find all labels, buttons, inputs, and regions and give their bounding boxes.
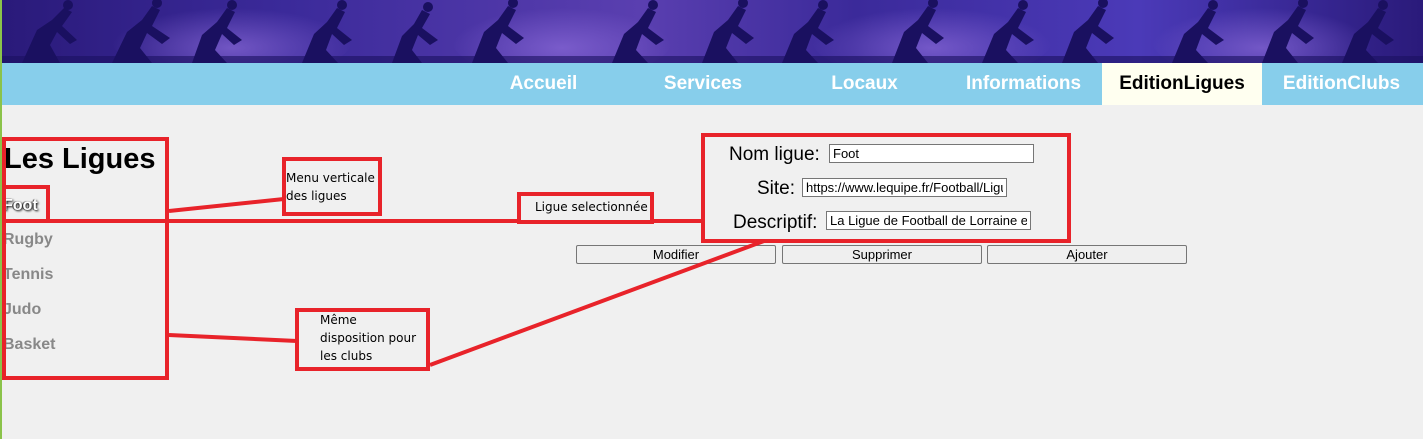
nav-item-accueil[interactable]: Accueil bbox=[491, 63, 596, 105]
nav-item-locaux[interactable]: Locaux bbox=[812, 63, 917, 105]
annotation-selected-item-box bbox=[2, 185, 50, 223]
annotation-menu-box bbox=[2, 137, 169, 380]
nav-item-informations[interactable]: Informations bbox=[952, 63, 1095, 105]
annotation-form-box bbox=[701, 133, 1071, 243]
annotation-selected-note: Ligue selectionnée bbox=[535, 200, 648, 214]
nav-item-editionligues[interactable]: EditionLigues bbox=[1102, 63, 1262, 105]
header-banner bbox=[2, 0, 1423, 63]
annotation-menu-note: Menu verticale des ligues bbox=[286, 171, 375, 203]
nav-item-editionclubs[interactable]: EditionClubs bbox=[1268, 63, 1415, 105]
annotation-clubs-note: Même disposition pour les clubs bbox=[320, 313, 417, 363]
modifier-button[interactable]: Modifier bbox=[576, 245, 776, 264]
annotation-line-menu bbox=[168, 197, 285, 213]
nav-item-services[interactable]: Services bbox=[647, 63, 759, 105]
ajouter-button[interactable]: Ajouter bbox=[987, 245, 1187, 264]
supprimer-button[interactable]: Supprimer bbox=[782, 245, 982, 264]
runners-banner-image bbox=[2, 0, 1423, 63]
annotation-line-clubs-left bbox=[168, 333, 298, 343]
main-nav: Accueil Services Locaux Informations Edi… bbox=[2, 63, 1423, 105]
